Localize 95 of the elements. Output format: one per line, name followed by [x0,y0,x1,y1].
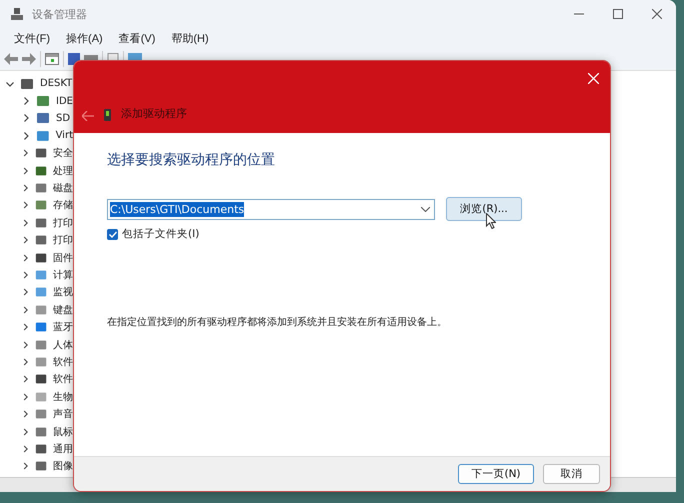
tree-item[interactable]: 鼠标 [53,424,73,438]
close-icon [652,9,662,19]
menu-item[interactable]: 文件(F) [6,30,58,46]
device-icon [36,130,50,142]
back-arrow-icon [82,111,94,121]
expand-chevron-icon[interactable] [22,149,29,158]
menu-item[interactable]: 帮助(H) [163,30,217,46]
device-icon [104,109,111,121]
device-icon [34,426,47,438]
expand-chevron-icon[interactable] [22,201,29,210]
device-icon [34,164,47,177]
computer-icon [10,7,24,21]
tree-item[interactable]: 键盘 [53,302,73,317]
expand-chevron-icon[interactable] [22,218,29,227]
expand-chevron-icon[interactable] [22,166,29,175]
path-text: C:\Users\GTI\Documents [110,202,244,216]
path-combo-box[interactable]: C:\Users\GTI\Documents [107,198,435,220]
mouse-cursor-icon [486,213,496,229]
device-icon [34,147,47,160]
tree-item[interactable]: 软件 [53,372,73,386]
expand-chevron-icon[interactable] [22,410,29,418]
device-icon [34,182,47,194]
expand-chevron-icon[interactable] [22,114,30,122]
device-icon [36,112,50,124]
expand-chevron-icon[interactable] [22,462,29,470]
expand-chevron-icon[interactable] [22,288,29,296]
tree-item[interactable]: 安全 [53,146,73,160]
checkbox[interactable] [107,228,118,240]
info-text: 在指定位置找到的所有驱动程序都将添加到系统并且安装在所有适用设备上。 [107,316,448,329]
tree-item[interactable]: 磁盘 [53,181,73,196]
next-button[interactable]: 下一页(N) [458,464,534,484]
tree-item[interactable]: IDE [56,96,73,107]
tree-item[interactable]: 打印 [53,216,73,230]
tree-item[interactable]: 声音 [53,407,73,422]
device-icon [34,252,47,264]
tree-item[interactable]: 打印 [53,233,73,248]
forward-arrow-icon[interactable] [22,53,36,65]
window-title: 设备管理器 [32,6,87,22]
expand-chevron-icon[interactable] [22,236,29,244]
expand-chevron-icon[interactable] [22,254,29,262]
expand-chevron-icon[interactable] [22,358,29,366]
tree-item[interactable]: Virt [56,130,73,142]
maximize-icon [612,9,622,19]
caret-icon[interactable] [421,206,430,212]
tree-item[interactable]: 监视 [53,285,73,300]
device-icon [34,268,47,281]
checkbox-label: 包括子文件夹(I) [122,227,200,241]
device-icon [34,286,47,298]
cancel-button[interactable]: 取消 [543,464,600,484]
device-icon [34,442,47,455]
tree-item[interactable]: 软件 [53,354,73,369]
tree-item[interactable]: 通用 [53,442,73,456]
device-icon [20,78,34,90]
close-icon [588,72,598,84]
expand-chevron-icon[interactable] [22,270,29,279]
expand-chevron-icon[interactable] [22,375,29,384]
device-icon [36,95,50,108]
expand-chevron-icon[interactable] [22,306,29,314]
expand-chevron-icon[interactable] [22,184,29,192]
device-icon [34,408,47,420]
tree-item[interactable]: 计算 [53,268,73,282]
window-icon[interactable] [45,53,59,65]
dialog-title: 添加驱动程序 [121,106,187,121]
device-icon [34,321,47,334]
expand-chevron-icon[interactable] [22,97,30,106]
device-icon [34,234,47,246]
tree-item[interactable]: 处理 [53,164,73,178]
tree-item[interactable]: 人体 [53,338,73,352]
browse-button[interactable]: 浏览(R)... [446,197,522,221]
back-arrow-icon[interactable] [4,53,18,65]
collapse-chevron-icon[interactable] [6,80,14,88]
tree-item[interactable]: 固件 [53,250,73,265]
dialog-heading: 选择要搜索驱动程序的位置 [107,151,276,169]
device-icon [34,373,47,386]
expand-chevron-icon[interactable] [22,323,29,332]
device-icon [34,199,47,212]
menu-item[interactable]: 查看(V) [110,30,164,46]
expand-chevron-icon[interactable] [22,428,29,436]
device-icon [34,356,47,368]
tree-item[interactable]: 图像 [53,459,73,474]
device-icon [34,304,47,316]
tree-item[interactable]: 蓝牙 [53,320,73,334]
expand-chevron-icon[interactable] [22,132,30,140]
tree-item[interactable]: DESKT [40,78,72,90]
expand-chevron-icon[interactable] [22,340,29,349]
device-icon [34,216,47,229]
device-icon [34,460,47,472]
tree-item[interactable]: 生物 [53,390,73,404]
device-icon [34,390,47,403]
device-icon [34,338,47,351]
expand-chevron-icon[interactable] [22,444,29,453]
tree-item[interactable]: 存储 [53,198,73,212]
menu-item[interactable]: 操作(A) [58,30,111,46]
tree-item[interactable]: SD [56,112,70,124]
expand-chevron-icon[interactable] [22,392,29,401]
